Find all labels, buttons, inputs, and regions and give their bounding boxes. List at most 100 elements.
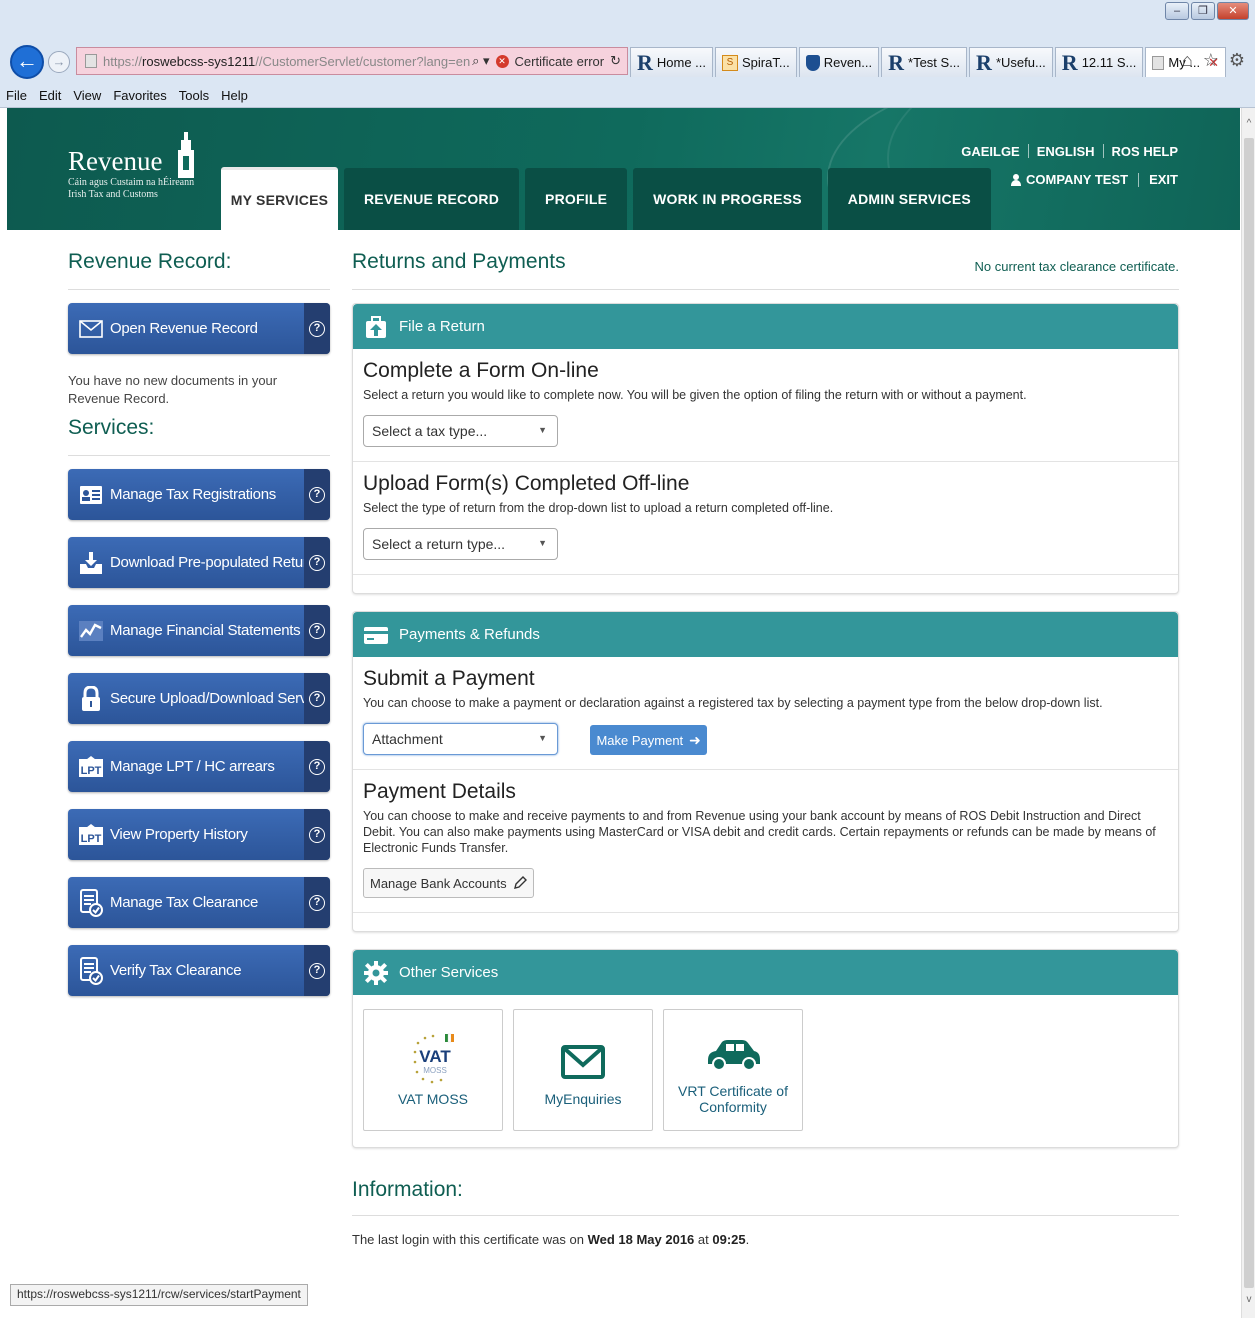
vat-moss-tile[interactable]: VAT MOSS VAT MOSS [363, 1009, 503, 1131]
make-payment-button[interactable]: Make Payment ➜ [590, 725, 707, 755]
service-button-view-property-history[interactable]: LPT View Property History? [68, 809, 330, 860]
address-url: https://roswebcss-sys1211//CustomerServl… [103, 53, 471, 69]
help-icon[interactable]: ? [304, 303, 330, 354]
menu-item-edit[interactable]: Edit [39, 88, 61, 103]
envelope-icon [78, 316, 104, 342]
help-icon[interactable]: ? [304, 469, 330, 520]
help-icon[interactable]: ? [304, 809, 330, 860]
spira-icon: S [722, 54, 739, 71]
browser-tab[interactable]: R 12.11 S... [1054, 47, 1144, 77]
browser-tab[interactable]: R *Test S... [881, 47, 968, 77]
help-icon[interactable]: ? [304, 877, 330, 928]
page-scrollbar[interactable]: ^ v [1241, 108, 1255, 1318]
certificate-error-icon[interactable]: ✕ [495, 54, 509, 68]
services-list: Manage Tax Registrations? Download Pre-po… [68, 469, 330, 996]
return-type-select[interactable]: Select a return type... ▼ [363, 528, 558, 560]
services-title: Services: [68, 416, 155, 439]
home-icon[interactable]: ⌂ [1182, 50, 1193, 71]
submit-payment-block: Submit a Payment You can choose to make … [353, 657, 1178, 770]
complete-online-block: Complete a Form On-line Select a return … [353, 349, 1178, 462]
exit-link[interactable]: EXIT [1149, 172, 1178, 187]
gear-icon [363, 960, 389, 986]
payment-details-title: Payment Details [363, 780, 516, 803]
information-title: Information: [352, 1178, 463, 1201]
padlock-icon [78, 685, 104, 712]
scroll-up-icon[interactable]: ^ [1242, 118, 1255, 134]
payment-type-select[interactable]: Attachment ▼ [363, 723, 558, 755]
close-window-icon[interactable]: ✕ [1217, 2, 1249, 20]
pencil-icon [513, 876, 527, 889]
browser-tab[interactable]: R Home ... [630, 47, 714, 77]
tab-revenue-record[interactable]: REVENUE RECORD [344, 168, 520, 230]
favorites-star-icon[interactable]: ☆ [1203, 50, 1219, 71]
service-button-manage-financial-statements[interactable]: Manage Financial Statements? [68, 605, 330, 656]
revenue-logo[interactable]: Revenue Cáin agus Custaim na hÉireann Ir… [68, 132, 194, 201]
scroll-down-icon[interactable]: v [1242, 1294, 1255, 1310]
main-nav-tabs: MY SERVICES REVENUE RECORD PROFILE WORK … [221, 167, 997, 230]
settings-gear-icon[interactable]: ⚙ [1229, 50, 1245, 71]
service-button-verify-tax-clearance[interactable]: Verify Tax Clearance? [68, 945, 330, 996]
help-icon[interactable]: ? [304, 537, 330, 588]
help-icon[interactable]: ? [304, 605, 330, 656]
address-bar[interactable]: https://roswebcss-sys1211//CustomerServl… [76, 47, 628, 75]
search-icon[interactable]: ⌕ ▾ [472, 53, 489, 69]
page-icon [1152, 55, 1165, 70]
open-revenue-record-button[interactable]: Open Revenue Record ? [68, 303, 330, 354]
menu-bar: File Edit View Favorites Tools Help [0, 84, 1255, 106]
payments-panel: Payments & Refunds Submit a Payment You … [352, 611, 1179, 932]
user-name[interactable]: COMPANY TEST [1026, 172, 1128, 187]
forward-arrow-icon[interactable]: → [48, 51, 70, 73]
back-arrow-icon[interactable]: ← [10, 45, 44, 79]
service-button-manage-tax-registrations[interactable]: Manage Tax Registrations? [68, 469, 330, 520]
link-ros-help[interactable]: ROS HELP [1112, 144, 1178, 159]
menu-item-file[interactable]: File [6, 88, 27, 103]
menu-item-view[interactable]: View [73, 88, 101, 103]
revenue-r-icon: R [888, 49, 905, 75]
document-check-icon [78, 888, 104, 917]
site-header: Revenue Cáin agus Custaim na hÉireann Ir… [7, 108, 1240, 230]
envelope-icon [561, 1033, 605, 1091]
manage-bank-accounts-button[interactable]: Manage Bank Accounts [363, 868, 534, 898]
tab-profile[interactable]: PROFILE [525, 168, 628, 230]
id-card-icon [78, 482, 104, 508]
payments-header: Payments & Refunds [353, 612, 1178, 657]
file-return-header: File a Return [353, 304, 1178, 349]
browser-tab[interactable]: R *Usefu... [969, 47, 1053, 77]
menu-item-help[interactable]: Help [221, 88, 248, 103]
browser-tab[interactable]: S SpiraT... [715, 47, 797, 77]
help-icon[interactable]: ? [304, 741, 330, 792]
link-gaeilge[interactable]: GAEILGE [961, 144, 1020, 159]
menu-item-tools[interactable]: Tools [179, 88, 209, 103]
refresh-icon[interactable]: ↻ [610, 53, 621, 69]
scroll-thumb[interactable] [1244, 138, 1254, 1288]
minimize-icon[interactable]: – [1165, 2, 1189, 20]
browser-tab-label: 12.11 S... [1081, 55, 1137, 70]
service-button-download-pre-populated-returns[interactable]: Download Pre-populated Returns? [68, 537, 330, 588]
service-button-manage-lpt-hc-arrears[interactable]: LPT Manage LPT / HC arrears? [68, 741, 330, 792]
tab-my-services[interactable]: MY SERVICES [221, 167, 338, 230]
vrt-certificate-tile[interactable]: VRT Certificate of Conformity [663, 1009, 803, 1131]
tax-type-select[interactable]: Select a tax type... ▼ [363, 415, 558, 447]
revenue-r-icon: R [976, 49, 992, 75]
tab-work-in-progress[interactable]: WORK IN PROGRESS [633, 168, 822, 230]
service-button-manage-tax-clearance[interactable]: Manage Tax Clearance? [68, 877, 330, 928]
vat-moss-logo-icon: VAT MOSS [405, 1033, 461, 1091]
browser-tab[interactable]: Reven... [798, 47, 880, 77]
help-icon[interactable]: ? [304, 945, 330, 996]
page-icon [85, 54, 97, 68]
arrow-right-icon: ➜ [689, 731, 701, 748]
help-icon[interactable]: ? [304, 673, 330, 724]
myenquiries-tile[interactable]: MyEnquiries [513, 1009, 653, 1131]
status-bar-url: https://roswebcss-sys1211/rcw/services/s… [10, 1284, 308, 1306]
service-button-secure-upload-download-service[interactable]: Secure Upload/Download Service? [68, 673, 330, 724]
tax-clearance-status: No current tax clearance certificate. [974, 259, 1179, 274]
chevron-down-icon: ▼ [538, 733, 547, 743]
user-icon [1011, 173, 1021, 186]
credit-card-icon [363, 622, 389, 648]
browser-tab-label: *Usefu... [995, 55, 1046, 70]
link-english[interactable]: ENGLISH [1037, 144, 1095, 159]
menu-item-favorites[interactable]: Favorites [113, 88, 166, 103]
certificate-error-label[interactable]: Certificate error [515, 54, 605, 69]
restore-icon[interactable]: ❐ [1191, 2, 1215, 20]
tab-admin-services[interactable]: ADMIN SERVICES [827, 168, 991, 230]
